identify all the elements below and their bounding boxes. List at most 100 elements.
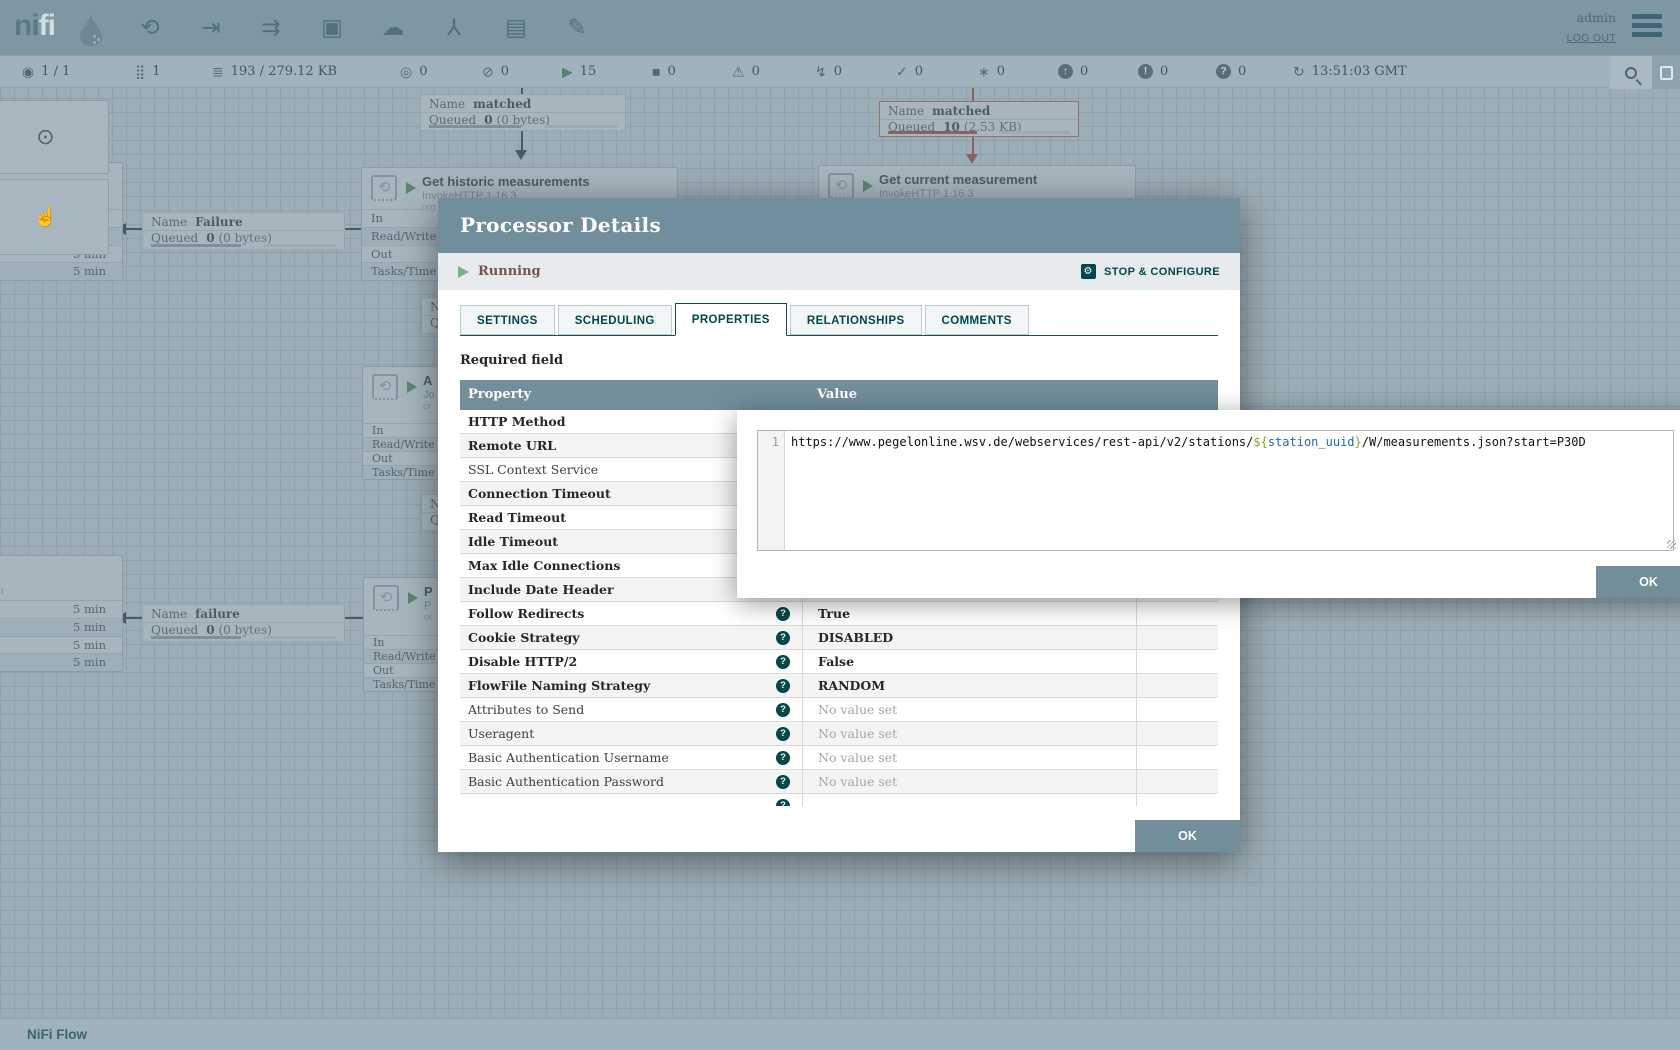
help-icon[interactable]: ? <box>776 607 790 621</box>
property-row: Follow Redirects?True <box>460 602 1218 626</box>
running-icon <box>407 381 417 393</box>
running-icon <box>406 182 416 194</box>
help-icon[interactable]: ? <box>776 631 790 645</box>
running-icon: ▶ <box>562 63 573 79</box>
nifi-logo: nifi <box>14 9 55 43</box>
dialog-tabs: SETTINGS SCHEDULING PROPERTIES RELATIONS… <box>460 303 1218 336</box>
navigate-palette[interactable]: ⊙ <box>0 100 109 174</box>
threads-icon: ⣿ <box>135 63 145 79</box>
breadcrumb-root[interactable]: NiFi Flow <box>27 1027 87 1042</box>
dialog-ok-button[interactable]: OK <box>1135 820 1240 852</box>
drag-output-port-button[interactable]: ⇉ <box>254 11 288 44</box>
invokehttp-icon: ⟲ <box>371 175 397 201</box>
required-field-note: Required field <box>460 353 1240 368</box>
help-icon[interactable]: ? <box>776 679 790 693</box>
processor-bundle: or <box>424 612 432 623</box>
bulletin-board-button[interactable] <box>1652 56 1680 89</box>
status-stale: ↑0 <box>1058 56 1088 89</box>
property-row: Basic Authentication Username?No value s… <box>460 746 1218 770</box>
refresh-icon[interactable]: ↻ <box>1293 63 1305 79</box>
editor-ok-button[interactable]: OK <box>1596 566 1680 598</box>
line-number-gutter: 1 <box>758 431 785 550</box>
processor-name: A <box>423 373 432 388</box>
note-icon <box>1660 66 1673 80</box>
property-row: FlowFile Naming Strategy?RANDOM <box>460 674 1218 698</box>
stat-row: 5 min <box>0 636 122 654</box>
value-editor-textarea[interactable]: 1 https://www.pegelonline.wsv.de/webserv… <box>757 430 1674 551</box>
property-row: Basic Authentication Password?No value s… <box>460 770 1218 794</box>
processor-icon: ⟲ <box>373 585 399 611</box>
current-user: admin <box>1577 10 1616 25</box>
transmitting-icon: ◎ <box>400 63 412 79</box>
tab-relationships[interactable]: RELATIONSHIPS <box>790 305 922 335</box>
processor-name: Get current measurement <box>879 172 1037 187</box>
value-editor-content[interactable]: https://www.pegelonline.wsv.de/webservic… <box>785 431 1673 550</box>
size-bar <box>264 244 336 247</box>
queued-icon: ≣ <box>212 63 224 79</box>
processor-bundle: or <box>423 401 431 412</box>
app-header: nifi ⟲ ⇥ ⇉ ▣ ☁ ⅄ ▤ ✎ admin LOG OUT <box>0 0 1680 55</box>
status-sync-failure: ?0 <box>1216 56 1246 89</box>
status-running: ▶15 <box>562 56 596 89</box>
asterisk-icon: ∗ <box>978 63 990 79</box>
help-icon[interactable]: ? <box>776 751 790 765</box>
drag-input-port-button[interactable]: ⇥ <box>194 11 228 44</box>
tab-scheduling[interactable]: SCHEDULING <box>558 305 672 335</box>
status-locally-modified-and-stale: !0 <box>1138 56 1168 89</box>
size-bar <box>264 636 336 639</box>
processor-node[interactable]: r 5 min 5 min 5 min 5 min <box>0 555 123 672</box>
check-icon: ✓ <box>896 63 908 79</box>
invalid-icon: ⚠ <box>732 63 745 79</box>
drag-remote-process-group-button[interactable]: ☁ <box>376 11 410 44</box>
drag-template-button[interactable]: ▤ <box>499 11 533 44</box>
help-icon[interactable]: ? <box>776 655 790 669</box>
nifi-drop-icon <box>78 11 104 47</box>
queue-bar <box>429 125 521 128</box>
drag-funnel-button[interactable]: ⅄ <box>437 11 471 44</box>
tab-settings[interactable]: SETTINGS <box>460 305 555 335</box>
running-icon <box>863 180 873 192</box>
connection-label-matched-highlighted[interactable]: Namematched Queued10(2.53 KB) <box>879 101 1079 137</box>
operate-palette[interactable]: ☝ <box>0 179 109 255</box>
search-button[interactable] <box>1610 56 1652 89</box>
resize-handle[interactable] <box>1667 540 1676 549</box>
status-not-transmitting: ⊘0 <box>482 56 509 89</box>
drag-process-group-button[interactable]: ▣ <box>315 11 349 44</box>
property-row: Cookie Strategy?DISABLED <box>460 626 1218 650</box>
connection-label-matched[interactable]: Namematched Queued0(0 bytes) <box>420 94 626 131</box>
disabled-icon: ↯ <box>815 63 827 79</box>
stop-and-configure-button[interactable]: ⚙ STOP & CONFIGURE <box>1081 263 1220 281</box>
logout-link[interactable]: LOG OUT <box>1567 32 1616 44</box>
stat-row: 5 min <box>0 653 122 671</box>
processor-type: Jo <box>423 389 435 401</box>
size-bar <box>544 125 617 128</box>
not-transmitting-icon: ⊘ <box>482 63 494 79</box>
help-icon[interactable]: ? <box>776 775 790 789</box>
drag-processor-button[interactable]: ⟲ <box>133 11 167 44</box>
processor-name: Get historic measurements <box>422 174 590 189</box>
invokehttp-icon: ⟲ <box>828 173 854 199</box>
status-queued: ≣193 / 279.12 KB <box>212 56 337 89</box>
gear-icon: ⚙ <box>1081 264 1096 279</box>
global-menu-button[interactable] <box>1632 14 1662 41</box>
queue-bar <box>151 636 241 639</box>
help-icon[interactable]: ? <box>776 799 790 806</box>
running-icon <box>408 592 418 604</box>
stat-row: 5 min <box>0 262 122 280</box>
arrowhead-icon <box>515 150 527 160</box>
property-value-editor: 1 https://www.pegelonline.wsv.de/webserv… <box>737 410 1680 598</box>
status-disabled: ↯0 <box>815 56 842 89</box>
help-icon[interactable]: ? <box>776 703 790 717</box>
drag-label-button[interactable]: ✎ <box>560 11 594 44</box>
last-refresh[interactable]: ↻13:51:03 GMT <box>1293 56 1407 89</box>
tab-properties[interactable]: PROPERTIES <box>675 303 787 336</box>
breadcrumb[interactable]: NiFi Flow <box>0 1018 1680 1050</box>
connection-label-failure[interactable]: NameFailure Queued0(0 bytes) <box>142 212 345 250</box>
cluster-icon: ◉ <box>22 63 34 79</box>
tab-comments[interactable]: COMMENTS <box>925 305 1029 335</box>
status-active-threads: ⣿1 <box>135 56 161 89</box>
connection-label-failure[interactable]: Namefailure Queued0(0 bytes) <box>142 604 345 642</box>
status-connected-nodes: ◉1 / 1 <box>22 56 70 89</box>
help-icon[interactable]: ? <box>776 727 790 741</box>
status-invalid: ⚠0 <box>732 56 760 89</box>
